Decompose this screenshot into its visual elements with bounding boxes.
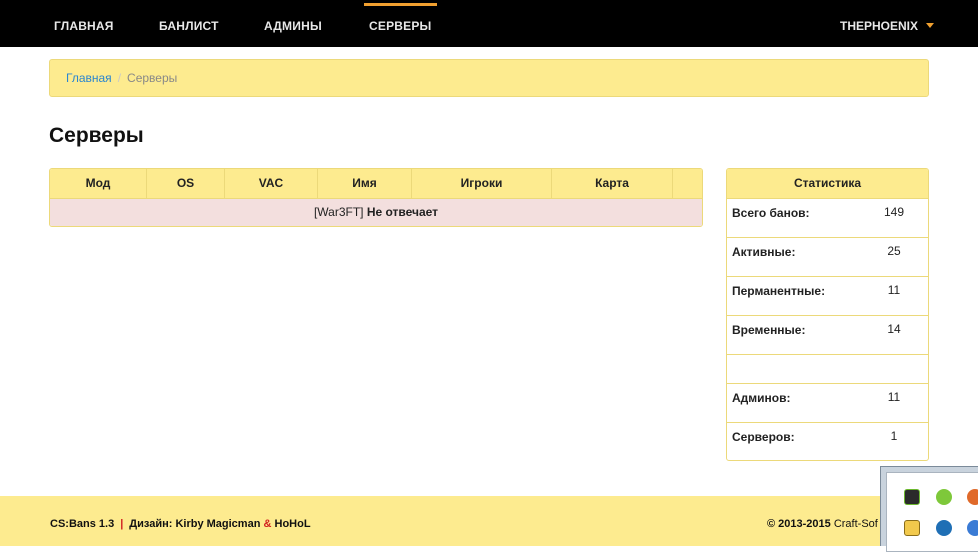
nav-admins[interactable]: АДМИНЫ bbox=[264, 0, 322, 47]
stats-panel: Статистика Всего банов: 149 Активные: 25… bbox=[726, 168, 929, 461]
stats-value: 25 bbox=[887, 244, 901, 258]
stats-value: 11 bbox=[887, 390, 901, 404]
breadcrumb-home-link[interactable]: Главная bbox=[66, 71, 112, 85]
col-players: Игроки bbox=[412, 169, 552, 198]
stats-row: Админов: 11 bbox=[727, 383, 928, 422]
footer-design: Дизайн: Kirby Magicman bbox=[129, 518, 261, 530]
stats-row: Перманентные: 11 bbox=[727, 276, 928, 315]
stats-title: Статистика bbox=[727, 169, 928, 198]
shield-check-icon[interactable] bbox=[936, 489, 952, 505]
stats-row: Серверов: 1 bbox=[727, 422, 928, 460]
nav-home[interactable]: ГЛАВНАЯ bbox=[54, 0, 114, 47]
footer-amp: & bbox=[263, 518, 272, 530]
col-mod: Мод bbox=[50, 169, 147, 198]
footer-company: Craft-Sof bbox=[833, 518, 878, 530]
footer-credits: CS:Bans 1.3 | Дизайн: Kirby Magicman & HoH… bbox=[50, 496, 311, 552]
stats-label: Перманентные: bbox=[732, 284, 826, 298]
breadcrumb: Главная / Серверы bbox=[49, 59, 929, 97]
stats-row: Активные: 25 bbox=[727, 237, 928, 276]
footer-copyright-years: © 2013-2015 bbox=[767, 518, 831, 530]
footer-copyright: © 2013-2015 Craft-Sof bbox=[767, 496, 878, 552]
network-icon[interactable] bbox=[967, 489, 978, 505]
stats-value: 11 bbox=[887, 283, 901, 297]
stats-row: Всего банов: 149 bbox=[727, 198, 928, 237]
nvidia-icon[interactable] bbox=[904, 489, 920, 505]
breadcrumb-separator: / bbox=[117, 71, 122, 85]
servers-table: Мод OS VAC Имя Игроки Карта [War3FT] Не … bbox=[49, 168, 703, 227]
stats-label: Активные: bbox=[732, 245, 796, 259]
user-name: THEPHOENIX bbox=[839, 19, 918, 33]
info-icon[interactable] bbox=[904, 520, 920, 536]
top-navbar: ГЛАВНАЯ БАНЛИСТ АДМИНЫ СЕРВЕРЫ THEPHOENI… bbox=[0, 0, 978, 47]
page-title: Серверы bbox=[49, 124, 144, 147]
update-icon[interactable] bbox=[936, 520, 952, 536]
footer-pipe: | bbox=[120, 518, 124, 530]
connection-icon[interactable] bbox=[967, 520, 978, 536]
stats-label: Всего банов: bbox=[732, 206, 810, 220]
stats-value: 14 bbox=[887, 322, 901, 336]
stats-label: Админов: bbox=[732, 391, 791, 405]
tray-icons-area bbox=[886, 472, 978, 552]
stats-row-empty bbox=[727, 354, 928, 383]
stats-row: Временные: 14 bbox=[727, 315, 928, 354]
col-actions bbox=[673, 169, 702, 198]
nav-servers[interactable]: СЕРВЕРЫ bbox=[364, 0, 436, 47]
server-status: Не отвечает bbox=[366, 205, 439, 219]
caret-down-icon bbox=[926, 22, 934, 28]
breadcrumb-current: Серверы bbox=[127, 71, 178, 85]
stats-label: Временные: bbox=[732, 323, 806, 337]
col-os: OS bbox=[147, 169, 225, 198]
stats-value: 1 bbox=[890, 429, 898, 443]
servers-table-header: Мод OS VAC Имя Игроки Карта bbox=[50, 169, 702, 198]
server-prefix: [War3FT] bbox=[313, 205, 364, 219]
stats-label: Серверов: bbox=[732, 430, 795, 444]
system-tray-popup bbox=[880, 466, 978, 552]
col-name: Имя bbox=[318, 169, 412, 198]
server-row[interactable]: [War3FT] Не отвечает bbox=[50, 198, 702, 226]
user-menu[interactable]: THEPHOENIX bbox=[840, 0, 934, 47]
footer: CS:Bans 1.3 | Дизайн: Kirby Magicman & HoH… bbox=[0, 496, 978, 546]
footer-version: CS:Bans 1.3 bbox=[50, 518, 115, 530]
col-vac: VAC bbox=[225, 169, 318, 198]
col-map: Карта bbox=[552, 169, 673, 198]
stats-value: 149 bbox=[883, 205, 905, 219]
nav-banlist[interactable]: БАНЛИСТ bbox=[159, 0, 219, 47]
footer-author2: HoHoL bbox=[274, 518, 311, 530]
